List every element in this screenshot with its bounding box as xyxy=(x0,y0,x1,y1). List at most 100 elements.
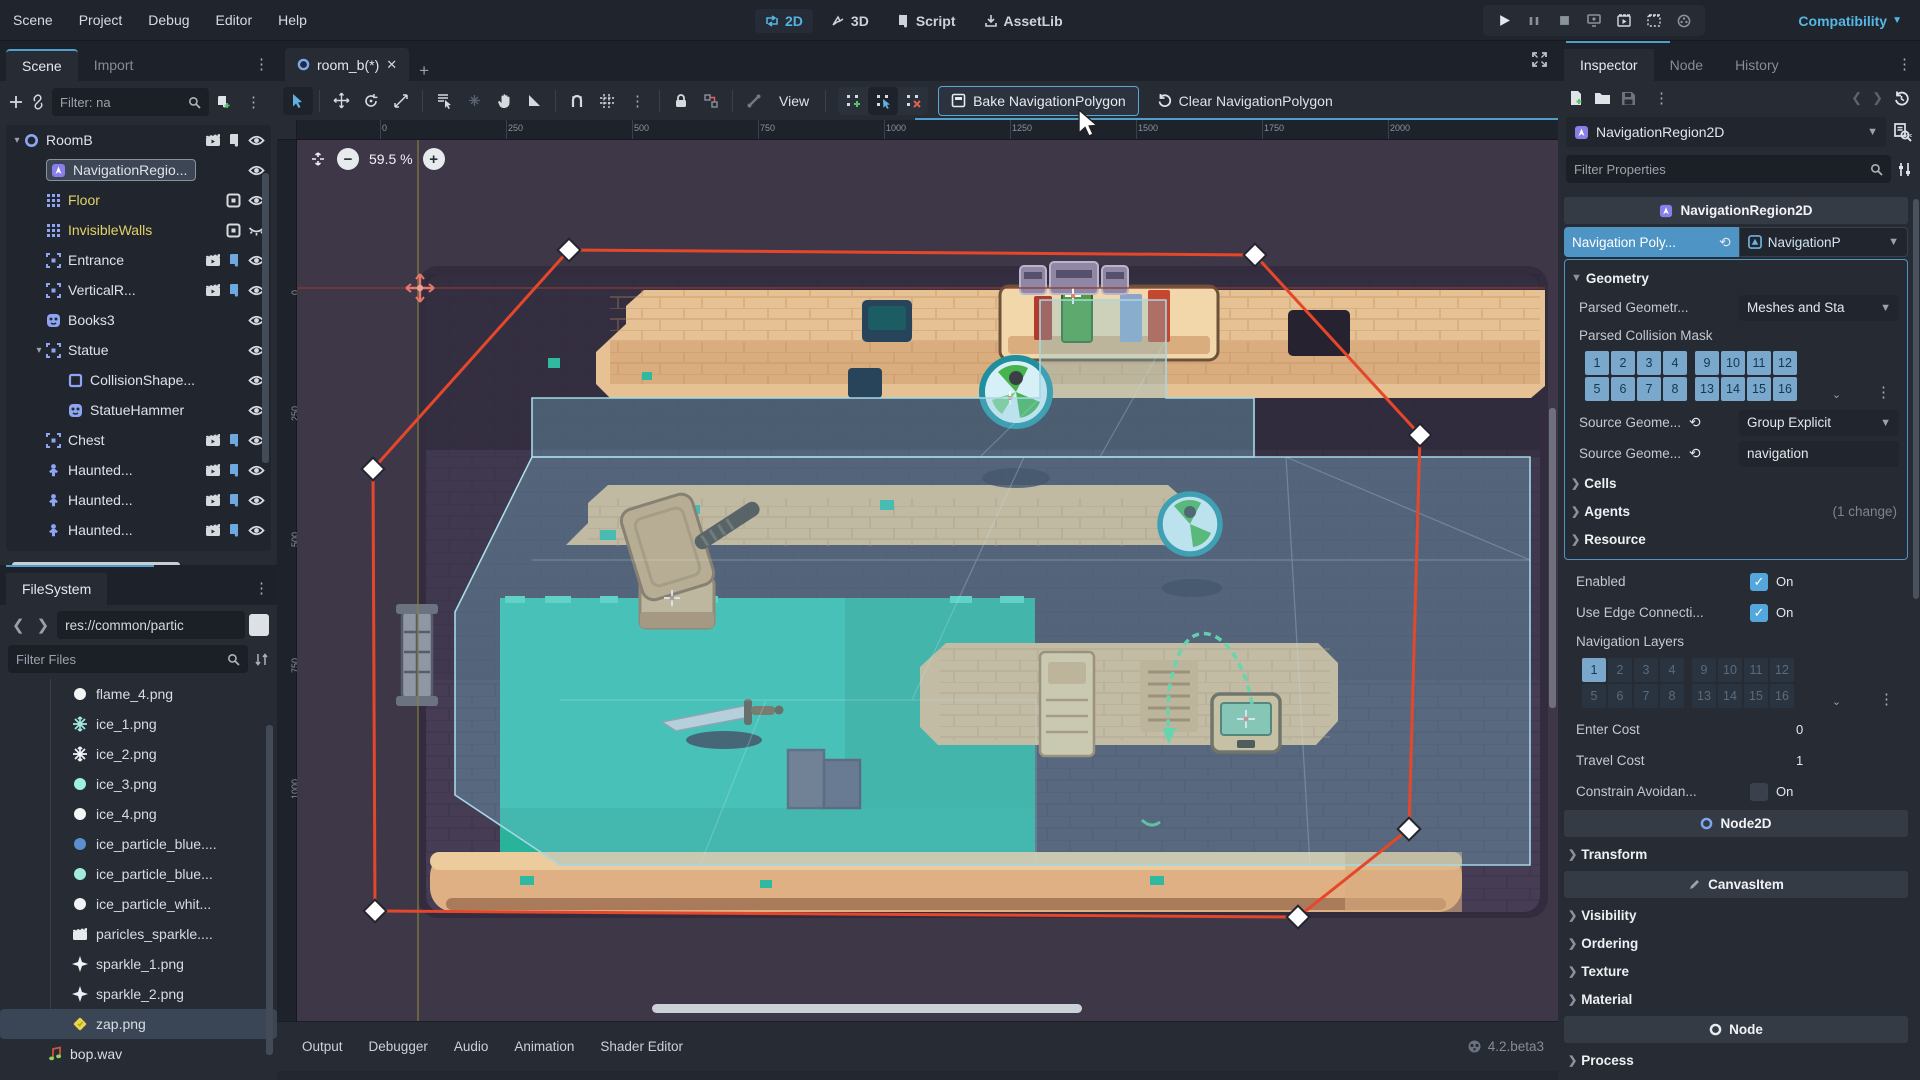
scriptb-icon[interactable] xyxy=(228,253,241,268)
snap-options-menu-icon[interactable]: ⋮ xyxy=(622,92,653,110)
movie-icon[interactable] xyxy=(205,463,221,477)
attach-script-button[interactable] xyxy=(215,94,232,110)
scene-tree-row[interactable]: Books3 xyxy=(6,305,271,335)
mask-menu-icon[interactable]: ⋮ xyxy=(1876,383,1899,401)
renderer-selector[interactable]: Compatibility ▼ xyxy=(1798,0,1902,41)
play-button[interactable] xyxy=(1491,9,1517,33)
layer-cell-10[interactable]: 10 xyxy=(1721,351,1745,375)
back-icon[interactable]: ❮ xyxy=(8,616,29,634)
add-node-button[interactable] xyxy=(8,94,24,110)
snap-pixel-icon[interactable] xyxy=(459,87,489,115)
scene-filter-input[interactable]: Filter: na xyxy=(52,88,209,116)
file-row[interactable]: ice_2.png xyxy=(0,739,277,769)
tab-scene[interactable]: Scene xyxy=(6,49,78,81)
layer-cell-16[interactable]: 16 xyxy=(1773,377,1797,401)
stop-button[interactable] xyxy=(1551,9,1577,33)
zoom-percentage[interactable]: 59.5 % xyxy=(369,151,413,167)
menu-scene[interactable]: Scene xyxy=(0,0,66,40)
scriptb-icon[interactable] xyxy=(228,493,241,508)
layer-cell-4[interactable]: 4 xyxy=(1660,658,1684,682)
scriptb-icon[interactable] xyxy=(228,283,241,298)
layer-cell-2[interactable]: 2 xyxy=(1611,351,1635,375)
layer-cell-10[interactable]: 10 xyxy=(1718,658,1742,682)
navigation-polygon-label[interactable]: Navigation Poly... ⟲ xyxy=(1564,227,1739,257)
scene-tree-row[interactable]: VerticalR... xyxy=(6,275,271,305)
delete-point-button[interactable] xyxy=(898,87,928,115)
save-resource-icon[interactable] xyxy=(1621,91,1636,106)
section-agents[interactable]: ❯ Agents (1 change) xyxy=(1565,497,1907,525)
menu-debug[interactable]: Debug xyxy=(135,0,202,40)
clear-navigation-polygon-button[interactable]: Clear NavigationPolygon xyxy=(1145,86,1345,116)
expand-viewport-icon[interactable] xyxy=(1531,51,1548,68)
menu-help[interactable]: Help xyxy=(265,0,320,40)
grid-snap-icon[interactable] xyxy=(592,87,622,115)
layer-cell-8[interactable]: 8 xyxy=(1660,684,1684,708)
ruler-tool-button[interactable] xyxy=(519,87,549,115)
scene-tree-row[interactable]: Haunted... xyxy=(6,485,271,515)
bake-navigation-polygon-button[interactable]: Bake NavigationPolygon xyxy=(938,85,1139,116)
visibility-eye-icon[interactable] xyxy=(248,494,265,507)
filesystem-vertical-scrollbar[interactable] xyxy=(266,725,273,1055)
move-tool-button[interactable] xyxy=(326,87,356,115)
parsed-geometry-dropdown[interactable]: Meshes and Sta ▼ xyxy=(1739,294,1899,321)
layer-cell-9[interactable]: 9 xyxy=(1695,351,1719,375)
inspector-scroll-area[interactable]: NavigationRegion2D Navigation Poly... ⟲ … xyxy=(1562,194,1910,1080)
scale-tool-button[interactable] xyxy=(386,87,416,115)
file-row[interactable]: ice_3.png xyxy=(0,769,277,799)
scene-tree-row[interactable]: CollisionShape... xyxy=(6,365,271,395)
layer-cell-14[interactable]: 14 xyxy=(1718,684,1742,708)
revert-icon[interactable]: ⟲ xyxy=(1689,445,1701,461)
filter-properties-input[interactable]: Filter Properties xyxy=(1566,155,1891,183)
scene-tree-vertical-scrollbar[interactable] xyxy=(262,173,269,463)
close-icon[interactable]: ✕ xyxy=(386,57,397,73)
layer-cell-13[interactable]: 13 xyxy=(1692,684,1716,708)
visibility-eye-icon[interactable] xyxy=(248,464,265,477)
scene-tree-row[interactable]: Chest xyxy=(6,425,271,455)
filter-files-input[interactable]: Filter Files xyxy=(8,645,248,673)
tab-import[interactable]: Import xyxy=(78,49,150,81)
file-row[interactable]: zap.png xyxy=(0,1009,277,1039)
section-visibility[interactable]: ❯ Visibility xyxy=(1562,901,1910,929)
forward-icon[interactable]: ❯ xyxy=(33,616,54,634)
section-resource[interactable]: ❯ Resource xyxy=(1565,525,1907,553)
scene-tree-row[interactable]: ▾ Statue xyxy=(6,335,271,365)
layer-cell-12[interactable]: 12 xyxy=(1773,351,1797,375)
layer-cell-3[interactable]: 3 xyxy=(1637,351,1661,375)
select-tool-button[interactable] xyxy=(283,86,313,115)
navigation-layers-grid[interactable]: 1 5 2 6 3 7 4 8 9 13 10 14 11 15 12 16 xyxy=(1582,658,1794,708)
revert-icon[interactable]: ⟲ xyxy=(1719,234,1731,251)
movie-icon[interactable] xyxy=(205,523,221,537)
layer-cell-6[interactable]: 6 xyxy=(1608,684,1632,708)
scene-tree-row[interactable]: InvisibleWalls xyxy=(6,215,271,245)
navigation-polygon-resource[interactable]: NavigationP ▼ xyxy=(1738,227,1908,257)
pause-button[interactable] xyxy=(1521,9,1547,33)
layer-cell-9[interactable]: 9 xyxy=(1692,658,1716,682)
layer-cell-2[interactable]: 2 xyxy=(1608,658,1632,682)
tab-room-b[interactable]: room_b(*) ✕ xyxy=(285,48,410,81)
workspace-script-button[interactable]: Script xyxy=(887,9,966,33)
load-resource-icon[interactable] xyxy=(1594,91,1611,105)
section-ordering[interactable]: ❯ Ordering xyxy=(1562,929,1910,957)
tab-node[interactable]: Node xyxy=(1654,49,1719,81)
sort-files-icon[interactable] xyxy=(254,652,269,667)
layer-cell-11[interactable]: 11 xyxy=(1744,658,1768,682)
file-row[interactable]: bop.wav xyxy=(0,1039,277,1069)
new-tab-button[interactable]: + xyxy=(409,61,439,81)
play-custom-scene-button[interactable] xyxy=(1641,9,1667,33)
layer-cell-1[interactable]: 1 xyxy=(1582,658,1606,682)
scriptb-icon[interactable] xyxy=(228,523,241,538)
scene-dock-menu-icon[interactable]: ⋮ xyxy=(246,55,277,73)
file-row[interactable]: ice_4.png xyxy=(0,799,277,829)
selected-node[interactable]: NavigationRegio... xyxy=(46,159,197,181)
shader-editor-button[interactable]: Shader Editor xyxy=(589,1033,694,1060)
collapse-icon[interactable]: ▾ xyxy=(10,135,24,146)
inspector-vertical-scrollbar[interactable] xyxy=(1913,199,1919,599)
path-field[interactable]: res://common/partic xyxy=(57,611,245,639)
constrain-avoidance-checkbox[interactable] xyxy=(1750,782,1768,801)
layer-cell-1[interactable]: 1 xyxy=(1585,351,1609,375)
scriptb-icon[interactable] xyxy=(228,433,241,448)
menu-project[interactable]: Project xyxy=(66,0,136,40)
layer-cell-15[interactable]: 15 xyxy=(1744,684,1768,708)
layer-cell-11[interactable]: 11 xyxy=(1747,351,1771,375)
file-row[interactable]: ice_particle_blue... xyxy=(0,859,277,889)
